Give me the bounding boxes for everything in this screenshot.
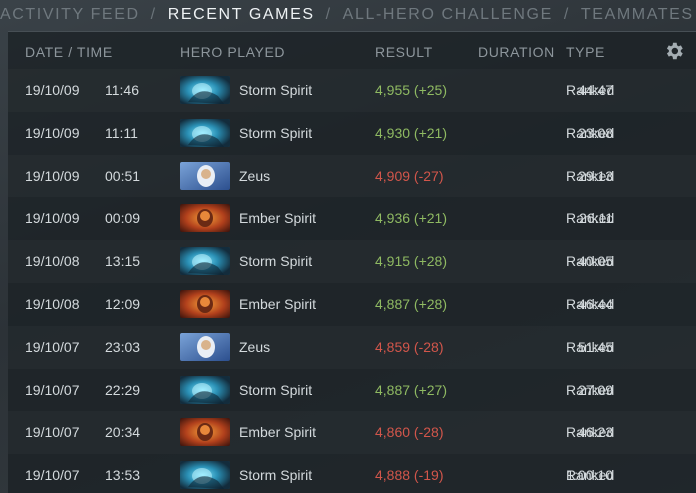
table-row[interactable]: 19/10/09 00:51 Zeus 4,909 (-27) 29:13 Ranked (8, 155, 696, 198)
gear-icon[interactable] (663, 40, 685, 62)
match-time: 23:03 (105, 338, 141, 355)
tab-activity-feed[interactable]: Activity Feed (0, 6, 140, 24)
hero-name: Zeus (239, 167, 271, 184)
match-date: 19/10/08 (25, 253, 80, 270)
hero-name: Storm Spirit (239, 467, 313, 484)
tab-all-hero-challenge[interactable]: All-Hero Challenge (343, 6, 553, 24)
match-date: 19/10/08 (25, 295, 80, 312)
match-result: 4,930 (+21) (375, 124, 447, 141)
match-date: 19/10/09 (25, 124, 80, 141)
storm-spirit-portrait-icon (180, 247, 230, 276)
table-row[interactable]: 19/10/07 13:53 Storm Spirit 4,888 (-19) 1:00… (8, 454, 696, 493)
storm-spirit-portrait-icon (180, 76, 230, 104)
match-result: 4,888 (-19) (375, 467, 444, 484)
tab-teammates[interactable]: Teammates (581, 6, 694, 24)
table-row[interactable]: 19/10/09 11:11 Storm Spirit 4,930 (+21) 23:0… (8, 112, 696, 155)
match-result: 4,860 (-28) (375, 424, 444, 441)
table-row[interactable]: 19/10/09 00:09 Ember Spirit 4,936 (+21) 26:1… (8, 197, 696, 240)
match-time: 00:09 (105, 210, 141, 227)
match-date: 19/10/09 (25, 167, 80, 184)
match-date: 19/10/07 (25, 467, 80, 484)
nav-separator: / (563, 6, 570, 23)
header-duration: DURATION (478, 44, 555, 60)
match-type: Ranked (566, 381, 615, 398)
storm-spirit-portrait-icon (180, 461, 230, 490)
hero-name: Ember Spirit (239, 295, 317, 312)
table-row[interactable]: 19/10/07 23:03 Zeus 4,859 (-28) 51:45 Ranked (8, 326, 696, 369)
match-time: 13:15 (105, 253, 141, 270)
tab-recent-games[interactable]: Recent Games (168, 6, 315, 24)
zeus-portrait-icon (180, 332, 230, 361)
match-result: 4,887 (+28) (375, 295, 447, 312)
hero-name: Ember Spirit (239, 210, 317, 227)
table-row[interactable]: 19/10/09 11:46 Storm Spirit 4,955 (+25) 44:4… (8, 69, 696, 112)
storm-spirit-portrait-icon (180, 375, 230, 404)
header-hero-played: HERO PLAYED (180, 44, 286, 60)
match-type: Ranked (566, 210, 615, 227)
games-list: 19/10/09 11:46 Storm Spirit 4,955 (+25) 44:4… (8, 69, 696, 493)
match-time: 13:53 (105, 467, 141, 484)
match-date: 19/10/07 (25, 338, 80, 355)
hero-name: Ember Spirit (239, 424, 317, 441)
table-row[interactable]: 19/10/08 13:15 Storm Spirit 4,915 (+28) 40:0… (8, 240, 696, 283)
match-date: 19/10/09 (25, 210, 80, 227)
match-type: Ranked (566, 167, 615, 184)
match-result: 4,887 (+27) (375, 381, 447, 398)
ember-spirit-portrait-icon (180, 418, 230, 447)
ember-spirit-portrait-icon (180, 204, 230, 233)
hero-name: Storm Spirit (239, 124, 313, 141)
match-type: Ranked (566, 338, 615, 355)
match-time: 12:09 (105, 295, 141, 312)
ember-spirit-portrait-icon (180, 289, 230, 318)
table-row[interactable]: 19/10/08 12:09 Ember Spirit 4,887 (+28) 46:4… (8, 283, 696, 326)
match-type: Ranked (566, 295, 615, 312)
nav-separator: / (150, 6, 157, 23)
hero-name: Storm Spirit (239, 381, 313, 398)
match-result: 4,915 (+28) (375, 253, 447, 270)
recent-games-panel: DATE / TIME HERO PLAYED RESULT DURATION … (8, 31, 696, 493)
table-row[interactable]: 19/10/07 22:29 Storm Spirit 4,887 (+27) 27:0… (8, 369, 696, 412)
match-date: 19/10/07 (25, 424, 80, 441)
header-type: TYPE (566, 44, 605, 60)
match-date: 19/10/09 (25, 82, 80, 98)
hero-name: Storm Spirit (239, 253, 313, 270)
match-type: Ranked (566, 124, 615, 141)
match-time: 11:11 (105, 124, 138, 141)
match-time: 22:29 (105, 381, 141, 398)
match-result: 4,955 (+25) (375, 82, 447, 98)
match-time: 20:34 (105, 424, 141, 441)
table-row[interactable]: 19/10/07 20:34 Ember Spirit 4,860 (-28) 46:2… (8, 411, 696, 454)
zeus-portrait-icon (180, 161, 230, 190)
match-type: Ranked (566, 253, 615, 270)
match-type: Ranked (566, 82, 615, 98)
hero-name: Storm Spirit (239, 82, 313, 98)
header-date-time: DATE / TIME (25, 44, 113, 60)
match-result: 4,936 (+21) (375, 210, 447, 227)
match-time: 11:46 (105, 82, 139, 98)
match-type: Ranked (566, 424, 615, 441)
header-result: RESULT (375, 44, 433, 60)
hero-name: Zeus (239, 338, 271, 355)
match-type: Ranked (566, 467, 615, 484)
table-header: DATE / TIME HERO PLAYED RESULT DURATION … (8, 32, 696, 72)
match-date: 19/10/07 (25, 381, 80, 398)
nav-separator: / (325, 6, 332, 23)
match-result: 4,909 (-27) (375, 167, 444, 184)
top-nav: Activity Feed / Recent Games / All-Hero … (0, 0, 696, 30)
storm-spirit-portrait-icon (180, 118, 230, 147)
match-result: 4,859 (-28) (375, 338, 444, 355)
match-time: 00:51 (105, 167, 141, 184)
